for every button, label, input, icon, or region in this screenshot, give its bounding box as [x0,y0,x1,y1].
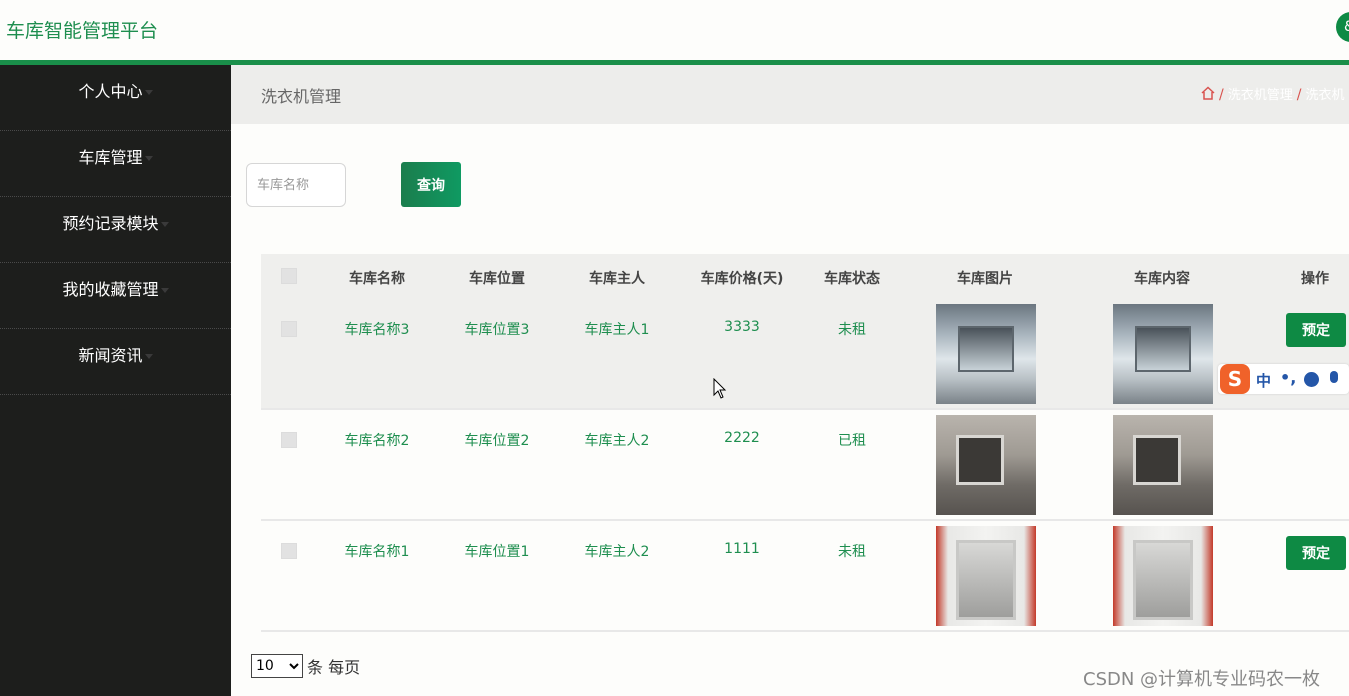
chevron-down-icon [144,90,153,95]
pagination: 10 20 50 条 每页 [251,654,360,678]
table-row: 车库名称1 车库位置1 车库主人2 1111 未租 预定 [261,521,1349,632]
breadcrumb-item[interactable]: 洗衣机管理 [1228,88,1293,103]
row-checkbox[interactable] [281,321,297,337]
table-row: 车库名称3 车库位置3 车库主人1 3333 未租 预定 [261,299,1349,410]
chevron-down-icon [160,222,169,227]
garage-image[interactable] [936,304,1036,404]
column-header: 操作 [1301,271,1329,287]
book-button[interactable]: 预定 [1286,536,1346,570]
column-header: 车库价格(天) [700,271,784,287]
column-header: 车库名称 [349,271,405,287]
garage-name[interactable]: 车库名称2 [345,430,410,450]
column-header: 车库位置 [469,271,525,287]
chevron-down-icon [144,354,153,359]
column-header: 车库主人 [589,271,645,287]
watermark: CSDN @计算机专业码农一枚 [1083,669,1321,690]
column-header: 车库图片 [957,271,1013,287]
sidebar: 个人中心 车库管理 预约记录模块 我的收藏管理 新闻资讯 [0,65,231,696]
garage-owner: 车库主人2 [584,544,650,560]
table-header: 车库名称 车库位置 车库主人 车库价格(天) 车库状态 车库图片 车库内容 操作 [261,254,1349,299]
garage-name[interactable]: 车库名称3 [345,319,410,339]
breadcrumb: / 洗衣机管理 / 洗衣机 [1201,84,1344,103]
ime-mode[interactable]: 中 [1256,370,1271,391]
chevron-down-icon [144,156,153,161]
garage-price: 2222 [724,430,760,446]
sidebar-item-personal-center[interactable]: 个人中心 [0,65,231,131]
sidebar-item-reservation-records[interactable]: 预约记录模块 [0,197,231,263]
search-input[interactable] [246,163,346,207]
page-size-label: 条 每页 [307,658,361,677]
garage-content-image[interactable] [1113,304,1213,404]
table-row: 车库名称2 车库位置2 车库主人2 2222 已租 [261,410,1349,521]
app-title: 车库智能管理平台 [6,20,159,42]
garage-location: 车库位置1 [464,544,530,560]
breadcrumb-item: 洗衣机 [1305,88,1345,103]
sidebar-item-news[interactable]: 新闻资讯 [0,329,231,395]
page-title: 洗衣机管理 [261,87,342,106]
garage-location: 车库位置2 [464,433,530,449]
book-button[interactable]: 预定 [1286,313,1346,347]
chevron-down-icon [160,288,169,293]
search-button[interactable]: 查询 [401,162,461,207]
garage-status: 未租 [838,322,866,338]
user-avatar[interactable]: & [1336,12,1349,42]
sogou-logo-icon[interactable]: S [1220,364,1250,394]
column-header: 车库状态 [824,271,880,287]
select-all-checkbox[interactable] [281,268,297,284]
garage-image[interactable] [936,415,1036,515]
microphone-icon[interactable] [1330,371,1338,383]
garage-content-image[interactable] [1113,415,1213,515]
sidebar-item-label: 个人中心 [78,82,143,101]
column-header: 车库内容 [1134,271,1190,287]
mouse-cursor-icon [713,378,727,399]
home-icon[interactable] [1201,86,1215,100]
garage-price: 1111 [724,541,760,557]
garage-status: 未租 [838,544,866,560]
garage-name[interactable]: 车库名称1 [345,541,410,561]
garage-price: 3333 [724,319,760,335]
page-header: 洗衣机管理 / 洗衣机管理 / 洗衣机 [231,65,1349,124]
ime-punctuation[interactable]: •, [1280,368,1296,387]
sidebar-item-garage-management[interactable]: 车库管理 [0,131,231,197]
garage-status: 已租 [838,433,866,449]
sidebar-item-my-favorites[interactable]: 我的收藏管理 [0,263,231,329]
top-bar: 车库智能管理平台 & [0,0,1349,60]
row-checkbox[interactable] [281,432,297,448]
sidebar-item-label: 预约记录模块 [62,214,159,233]
garage-owner: 车库主人2 [584,433,650,449]
garage-owner: 车库主人1 [584,322,650,338]
garage-location: 车库位置3 [464,322,530,338]
sidebar-item-label: 我的收藏管理 [62,280,159,299]
row-checkbox[interactable] [281,543,297,559]
page-size-select[interactable]: 10 20 50 [251,654,303,678]
sidebar-item-label: 新闻资讯 [78,346,143,365]
ime-toolbar[interactable]: S 中 •, [1218,364,1349,394]
garage-image[interactable] [936,526,1036,626]
sidebar-item-label: 车库管理 [78,148,143,167]
emoji-icon[interactable] [1304,372,1319,387]
garage-content-image[interactable] [1113,526,1213,626]
